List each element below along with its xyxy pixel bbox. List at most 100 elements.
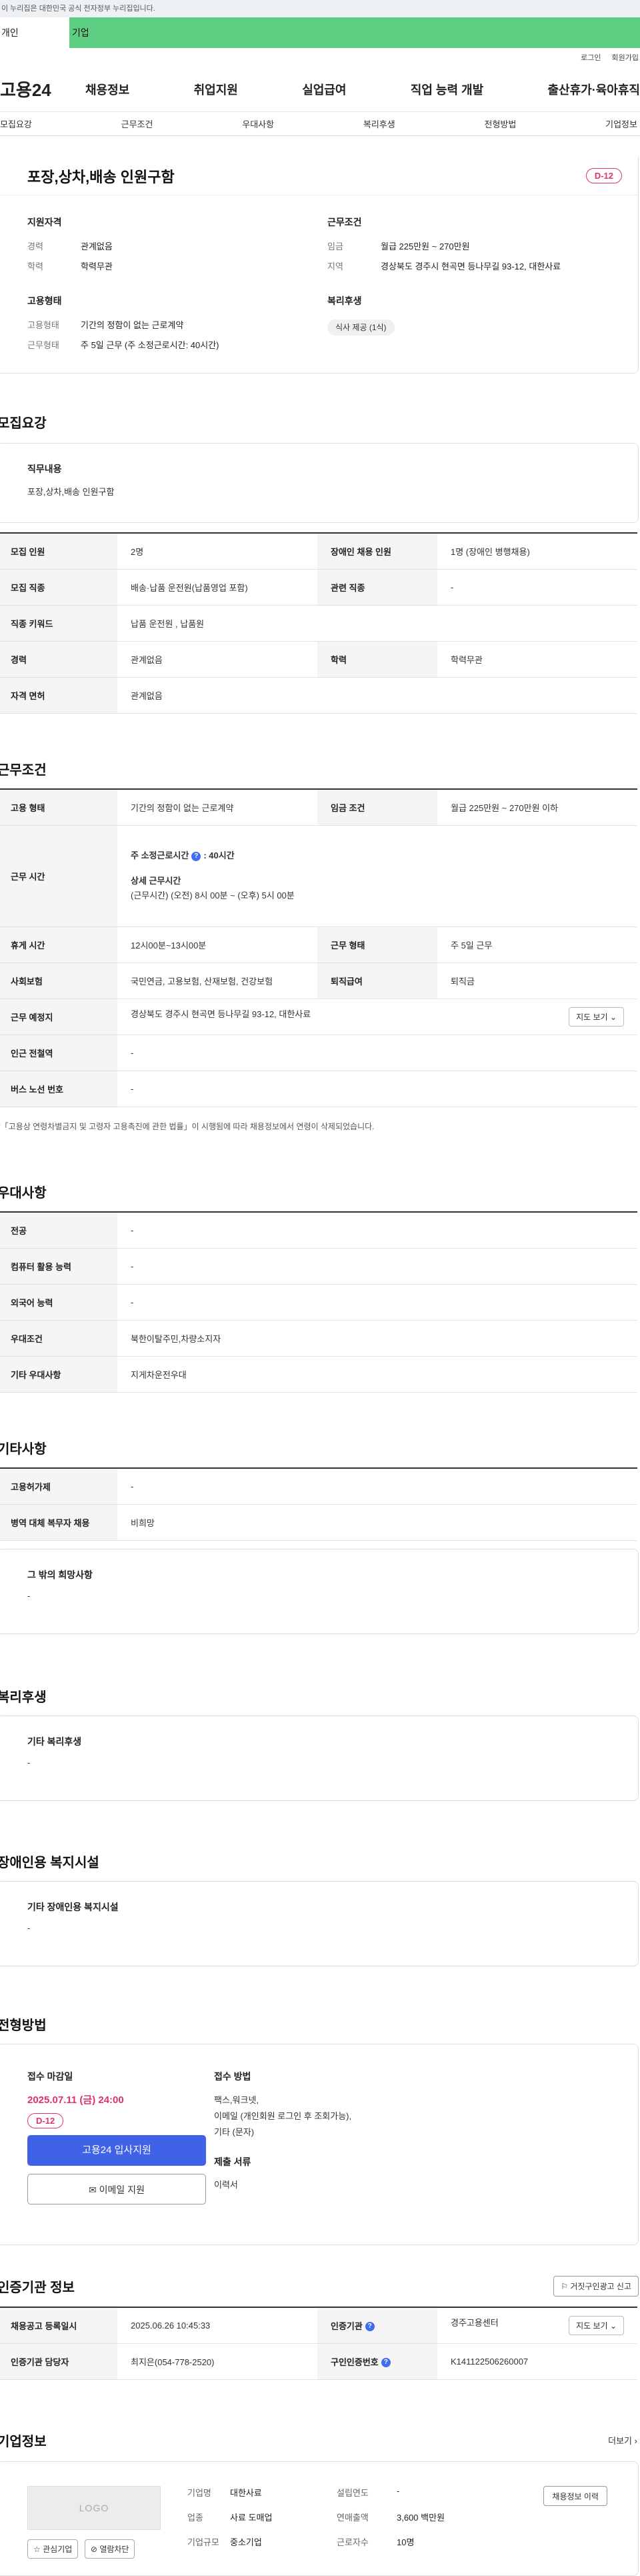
join-link[interactable]: 회원가입 [612,52,639,63]
table-row: 사회보험 국민연금, 고용보험, 산재보험, 건강보험 퇴직급여 퇴직금 [0,962,637,999]
chevron-down-icon: ⌄ [609,2321,617,2331]
dday-badge: D-12 [585,168,622,183]
history-button[interactable]: 채용정보 이력 [543,2486,607,2506]
table-key: 인증기관 [331,2321,363,2331]
table-value: - [117,1035,637,1071]
info-value: 대한사료 [230,2488,262,2498]
mail-icon: ✉ [89,2184,97,2195]
welfare-chip: 식사 제공 (1식) [327,319,395,336]
tab-work-conditions[interactable]: 근무조건 [121,117,153,130]
qual-value: 관계없음 [81,241,113,251]
email-apply-button[interactable]: ✉ 이메일 지원 [27,2174,206,2204]
table-key: 장애인 채용 인원 [317,533,437,570]
login-link[interactable]: 로그인 [581,52,601,63]
report-icon: ⚐ [561,2282,568,2291]
tab-selection[interactable]: 전형방법 [485,117,517,130]
work-section-title: 근무조건 [0,763,47,778]
block-label: 열람차단 [99,2545,129,2554]
emp-value: 기간의 정함이 없는 근로계약 [81,320,184,330]
work-place-cell: 경상북도 경주시 현곡면 등나무길 93-12, 대한사료 지도 보기 ⌄ [117,999,637,1035]
method-line: 이메일 (개인회원 로그인 후 조회가능), [214,2111,352,2121]
apply-button[interactable]: 고용24 입사지원 [27,2135,206,2166]
email-apply-label: 이메일 지원 [99,2184,145,2195]
welfare-title: 복리후생 [327,295,362,306]
table-value: 납품 운전원 , 납품원 [117,605,637,642]
table-key: 채용공고 등록일시 [0,2307,117,2344]
info-icon[interactable]: ? [381,2358,391,2368]
work-hours-cell: 주 소정근로시간?: 40시간 상세 근무시간 (근무시간) (오전) 8시 0… [117,825,637,927]
info-value: 3,600 백만원 [397,2513,445,2523]
more-label: 더보기 [608,2436,633,2446]
tab-recruit[interactable]: 모집요강 [0,117,32,130]
map-button[interactable]: 지도 보기 ⌄ [569,2315,624,2335]
deadline-title: 접수 마감일 [27,2071,73,2082]
tab-company[interactable]: 기업 [69,17,640,48]
info-icon[interactable]: ? [191,851,201,861]
map-button-label: 지도 보기 [576,1012,608,1022]
table-key: 모집 인원 [0,533,117,570]
table-value: 관계없음 [117,677,637,714]
table-row: 기타 우대사항 지게차운전우대 [0,1356,637,1393]
table-value: 2명 [117,533,317,570]
map-button[interactable]: 지도 보기 ⌄ [569,1007,624,1027]
favorite-company-button[interactable]: ☆ 관심기업 [27,2539,79,2559]
table-key: 임금 조건 [317,789,437,826]
tab-company-info[interactable]: 기업정보 [605,117,637,130]
table-key: 인근 전철역 [0,1035,117,1071]
gnb-item-training[interactable]: 직업 능력 개발 [411,81,483,98]
report-button[interactable]: ⚐ 거짓구인광고 신고 [553,2276,639,2297]
tab-preferences[interactable]: 우대사항 [242,117,274,130]
etc-section-title: 기타사항 [0,1442,47,1457]
table-key: 휴게 시간 [0,926,117,963]
docs-title: 제출 서류 [214,2156,251,2167]
gnb-item-parental-leave[interactable]: 출산휴가·육아휴직 [548,81,640,98]
emp-value: 주 5일 근무 (주 소정근로시간: 40시간) [81,340,219,350]
hours-detail-label: 상세 근무시간 [131,876,181,886]
hours-label: 주 소정근로시간 [131,850,189,860]
qual-value: 학력무관 [81,261,113,271]
tab-individual[interactable]: 개인 [0,17,69,48]
chevron-down-icon: ⌄ [609,1012,617,1022]
table-value: - [117,1248,637,1285]
disabled-box-text: - [27,1923,31,1933]
welfare-box-title: 기타 복리후생 [27,1736,82,1747]
method-title: 접수 방법 [214,2071,251,2082]
table-value: 2025.06.26 10:45:33 [117,2307,317,2344]
work-table: 고용 형태 기간의 정함이 없는 근로계약 임금 조건 월급 225만원 ~ 2… [0,788,637,1107]
age-note: *「고용상 연령차별금지 및 고령자 고용촉진에 관한 법률」이 시행됨에 따라… [0,1121,375,1131]
table-row: 모집 인원 2명 장애인 채용 인원 1명 (장애인 병행채용) [0,533,637,570]
table-key: 사회보험 [0,962,117,999]
table-value: 월급 225만원 ~ 270만원 이하 [437,789,637,826]
block-view-button[interactable]: ⊘ 열람차단 [84,2539,135,2559]
wish-card: 그 밖의 희망사항 - [0,1549,639,1634]
table-row: 직종 키워드 납품 운전원 , 납품원 [0,605,637,642]
table-row: 우대조건 북한이탈주민,차량소지자 [0,1320,637,1357]
info-key: 업종 [187,2513,203,2523]
table-value: 최지은(054-778-2520) [117,2343,317,2380]
info-key: 설립연도 [337,2488,369,2498]
job-title: 포장,상차,배송 인원구함 [27,168,175,185]
report-label: 거짓구인광고 신고 [570,2282,631,2291]
emp-key: 근무형태 [27,340,59,350]
cert-table: 채용공고 등록일시 2025.06.26 10:45:33 인증기관? 경주고용… [0,2307,637,2380]
gnb-item-unemployment-benefit[interactable]: 실업급여 [302,81,346,98]
deadline-value: 2025.07.11 (금) 24:00 [27,2094,124,2106]
method-line: 팩스,워크넷, [214,2095,259,2105]
table-value: 기간의 정함이 없는 근로계약 [117,789,317,826]
block-icon: ⊘ [90,2545,97,2554]
page: 이 누리집은 대한민국 공식 전자정부 누리집입니다. 개인 기업 로그인 회원… [0,0,640,2576]
table-key: 버스 노선 번호 [0,1071,117,1107]
gnb-item-jobs[interactable]: 채용정보 [85,81,129,98]
table-key: 우대조건 [0,1320,117,1357]
recruit-section-title: 모집요강 [0,416,47,431]
table-key: 기타 우대사항 [0,1356,117,1393]
table-key: 전공 [0,1212,117,1249]
gnb-item-employment-support[interactable]: 취업지원 [194,81,238,98]
table-key: 근무 예정지 [0,999,117,1035]
info-icon[interactable]: ? [365,2322,375,2332]
table-value: - [437,569,637,606]
tab-welfare[interactable]: 복리후생 [363,117,395,130]
site-logo[interactable]: 고용24 [0,77,85,101]
table-row: 인근 전철역 - [0,1035,637,1071]
more-link[interactable]: 더보기 › [608,2434,637,2447]
